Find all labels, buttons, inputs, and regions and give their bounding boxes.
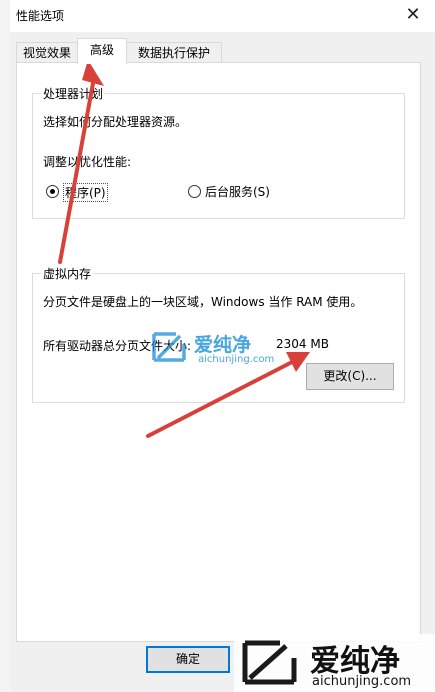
arrow-to-change-button (146, 352, 310, 438)
tab-advanced[interactable]: 高级 (77, 38, 127, 64)
arrow-to-advanced-tab (58, 60, 104, 264)
annotation-arrows (58, 60, 310, 438)
